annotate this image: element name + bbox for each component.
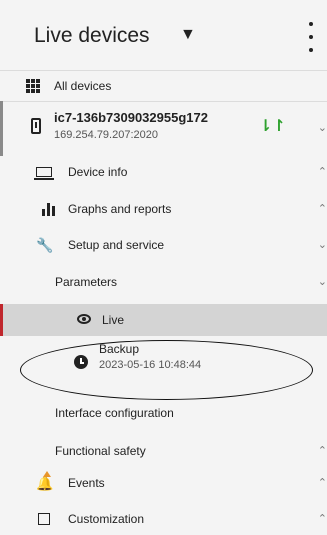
grid-icon [26,79,40,93]
sync-arrows-icon: ⇂↾ [259,118,286,135]
menu-item-label: Device info [68,165,128,179]
menu-item-functional-safety[interactable]: Functional safety ⌃ [0,435,327,467]
monitor-icon [34,167,54,180]
menu-item-customization[interactable]: Customization ⌃ [0,503,327,535]
chevron-up-icon[interactable]: ⌃ [318,512,327,525]
wrench-icon: 🔧 [36,237,54,253]
panel-title: Live devices [34,24,150,47]
all-devices-label: All devices [54,79,112,93]
menu-item-label: Setup and service [68,238,165,252]
chevron-up-icon[interactable]: ⌃ [318,165,327,178]
menu-item-graphs[interactable]: Graphs and reports ⌃ [0,193,327,225]
menu-item-live[interactable]: Live [0,304,327,336]
panel-header: Live devices ▼ [0,0,327,70]
eye-icon [77,314,91,324]
clock-icon [74,355,88,369]
edit-icon [38,513,50,525]
menu-item-backup[interactable]: Backup 2023-05-16 10:48:44 [0,336,327,388]
menu-item-label: Customization [68,512,145,526]
menu-item-label: Events [68,476,105,490]
menu-item-label: Functional safety [55,444,146,458]
all-devices-item[interactable]: All devices [0,70,327,102]
device-address: 169.254.79.207:2020 [54,129,158,141]
menu-item-label: Live [102,313,125,327]
menu-item-label: Parameters [55,275,118,289]
chevron-up-icon[interactable]: ⌃ [318,444,327,457]
chevron-up-icon[interactable]: ⌃ [318,202,327,215]
menu-item-parameters[interactable]: Parameters ⌄ [0,266,327,298]
chevron-down-icon[interactable]: ⌄ [318,238,327,251]
menu-item-label: Interface configuration [55,406,174,420]
menu-item-interface-configuration[interactable]: Interface configuration [0,397,327,429]
menu-item-setup[interactable]: 🔧 Setup and service ⌄ [0,229,327,261]
device-item[interactable]: ic7-136b7309032955g172 169.254.79.207:20… [0,101,327,156]
menu-item-label: Graphs and reports [68,202,172,216]
chevron-down-icon[interactable]: ⌄ [318,121,327,134]
bell-icon: 🔔 [36,475,54,491]
kebab-icon[interactable] [306,22,316,52]
bar-chart-icon [42,202,58,216]
live-devices-panel: Live devices ▼ All devices ic7-136b73090… [0,0,327,535]
chevron-up-icon[interactable]: ⌃ [318,476,327,489]
device-icon [31,118,41,134]
menu-item-device-info[interactable]: Device info ⌃ [0,156,327,188]
backup-date: 2023-05-16 10:48:44 [99,359,202,371]
caret-down-icon[interactable]: ▼ [180,26,196,44]
warning-triangle-icon [43,471,51,477]
chevron-down-icon[interactable]: ⌄ [318,275,327,288]
backup-label: Backup [99,342,140,356]
device-name: ic7-136b7309032955g172 [54,110,208,125]
menu-item-events[interactable]: 🔔 Events ⌃ [0,467,327,499]
